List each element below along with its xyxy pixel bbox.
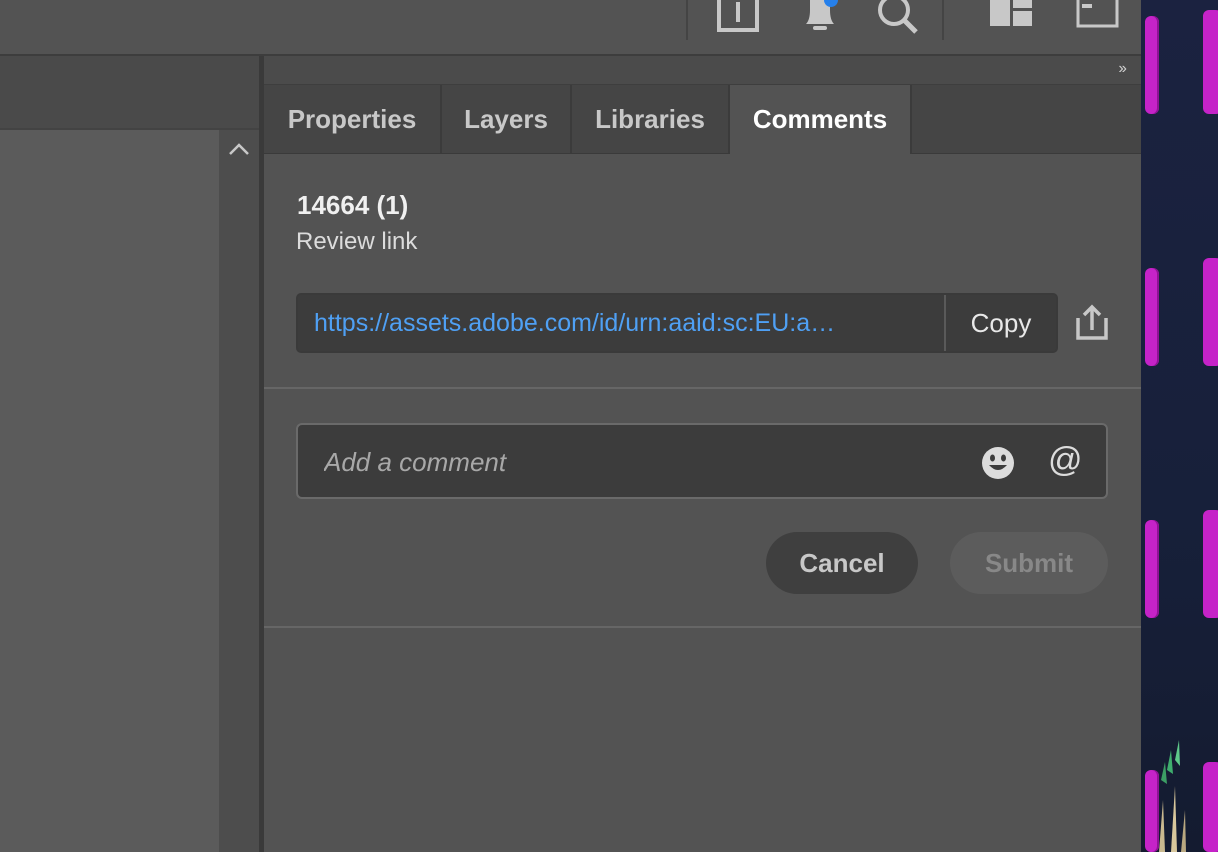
top-toolbar xyxy=(0,0,1141,56)
canvas-header xyxy=(0,56,259,130)
canvas-area xyxy=(0,56,259,852)
tab-label: Libraries xyxy=(595,103,705,134)
search-icon[interactable] xyxy=(876,0,920,40)
chevron-up-icon[interactable] xyxy=(219,142,259,162)
tab-libraries[interactable]: Libraries xyxy=(572,85,730,153)
wallpaper-grass xyxy=(1159,740,1186,852)
cancel-button[interactable]: Cancel xyxy=(766,532,918,594)
tab-label: Layers xyxy=(464,103,548,134)
section-divider xyxy=(264,387,1141,389)
app-window: ›› Properties Layers Libraries Comments … xyxy=(0,0,1141,852)
comment-input-box: @ xyxy=(296,423,1108,499)
tab-properties[interactable]: Properties xyxy=(264,85,442,153)
mention-at-icon[interactable]: @ xyxy=(1048,441,1083,480)
desktop-icon[interactable] xyxy=(1203,510,1218,618)
right-panel: ›› Properties Layers Libraries Comments … xyxy=(264,56,1141,852)
desktop-icon[interactable] xyxy=(1145,520,1159,618)
review-link-label: Review link xyxy=(296,228,418,255)
review-link-field: https://assets.adobe.com/id/urn:aaid:sc:… xyxy=(296,293,1058,353)
desktop-icon[interactable] xyxy=(1203,258,1218,366)
vertical-scrollbar[interactable] xyxy=(219,130,259,852)
panel-tabs: Properties Layers Libraries Comments xyxy=(264,85,1141,154)
desktop-icon[interactable] xyxy=(1145,16,1159,114)
tab-label: Properties xyxy=(287,103,417,134)
collapse-panel-icon[interactable]: ›› xyxy=(1118,60,1127,78)
panel-collapse-strip: ›› xyxy=(264,56,1141,85)
desktop-icon[interactable] xyxy=(1145,268,1159,366)
desktop-background xyxy=(1141,0,1218,852)
desktop-icon[interactable] xyxy=(1203,10,1218,114)
toolbar-separator xyxy=(942,0,944,40)
tab-label: Comments xyxy=(752,104,888,134)
panel-layout-icon[interactable] xyxy=(988,0,1034,40)
copy-link-button[interactable]: Copy xyxy=(944,295,1056,351)
tab-layers[interactable]: Layers xyxy=(442,85,572,153)
review-link-url[interactable]: https://assets.adobe.com/id/urn:aaid:sc:… xyxy=(298,295,944,351)
bell-icon[interactable] xyxy=(800,0,840,40)
share-icon[interactable] xyxy=(716,0,760,40)
share-link-icon[interactable] xyxy=(1072,304,1112,344)
toolbar-separator xyxy=(686,0,688,40)
submit-button[interactable]: Submit xyxy=(950,532,1108,594)
tab-comments[interactable]: Comments xyxy=(730,85,912,154)
emoji-icon[interactable] xyxy=(980,445,1016,481)
section-divider xyxy=(264,626,1141,628)
comment-input[interactable] xyxy=(322,437,946,487)
document-title: 14664 (1) xyxy=(297,190,409,220)
sidebar-toggle-icon[interactable] xyxy=(1076,0,1120,40)
